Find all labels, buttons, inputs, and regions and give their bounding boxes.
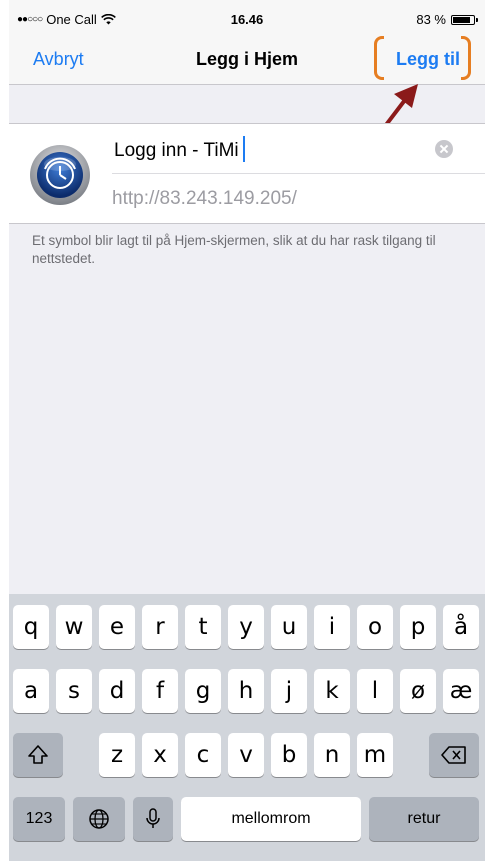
clock: 16.46 [230, 12, 264, 27]
navigation-bar: Avbryt Legg i Hjem Legg til [9, 36, 485, 85]
battery-icon [451, 14, 478, 25]
key-l[interactable]: l [357, 669, 393, 713]
key-oe[interactable]: ø [400, 669, 436, 713]
return-key[interactable]: retur [369, 797, 479, 841]
key-d[interactable]: d [99, 669, 135, 713]
globe-key[interactable] [73, 797, 125, 841]
key-o[interactable]: o [357, 605, 393, 649]
bookmark-name-field[interactable] [112, 138, 436, 164]
on-screen-keyboard: q w e r t y u i o p å a s d f g h j k l … [9, 594, 485, 861]
key-s[interactable]: s [56, 669, 92, 713]
field-divider [112, 173, 485, 174]
key-w[interactable]: w [56, 605, 92, 649]
shift-key[interactable] [13, 733, 63, 777]
key-c[interactable]: c [185, 733, 221, 777]
bookmark-form: http://83.243.149.205/ [9, 123, 485, 224]
battery-level [453, 16, 470, 23]
space-key[interactable]: mellomrom [181, 797, 361, 841]
shift-icon [28, 745, 48, 764]
time-machine-icon [30, 145, 90, 205]
backspace-icon [441, 746, 466, 764]
key-a[interactable]: a [13, 669, 49, 713]
key-aa[interactable]: å [443, 605, 479, 649]
key-p[interactable]: p [400, 605, 436, 649]
key-j[interactable]: j [271, 669, 307, 713]
key-k[interactable]: k [314, 669, 350, 713]
key-y[interactable]: y [228, 605, 264, 649]
key-i[interactable]: i [314, 605, 350, 649]
status-bar: ●●○○○ One Call 16.46 83 % [9, 0, 485, 40]
clear-text-icon[interactable] [435, 140, 453, 158]
key-ae[interactable]: æ [443, 669, 479, 713]
key-b[interactable]: b [271, 733, 307, 777]
key-q[interactable]: q [13, 605, 49, 649]
key-z[interactable]: z [99, 733, 135, 777]
globe-icon [89, 809, 109, 829]
add-button[interactable]: Legg til [396, 49, 460, 70]
key-v[interactable]: v [228, 733, 264, 777]
bookmark-url: http://83.243.149.205/ [112, 188, 297, 209]
microphone-icon [146, 808, 160, 828]
battery-percent: 83 % [416, 12, 446, 27]
numbers-key[interactable]: 123 [13, 797, 65, 841]
dictation-key[interactable] [133, 797, 173, 841]
text-cursor [243, 136, 245, 162]
key-f[interactable]: f [142, 669, 178, 713]
key-t[interactable]: t [185, 605, 221, 649]
highlight-bracket-right [461, 36, 471, 80]
key-e[interactable]: e [99, 605, 135, 649]
highlight-bracket-left [374, 36, 384, 80]
key-m[interactable]: m [357, 733, 393, 777]
key-x[interactable]: x [142, 733, 178, 777]
key-g[interactable]: g [185, 669, 221, 713]
key-u[interactable]: u [271, 605, 307, 649]
key-n[interactable]: n [314, 733, 350, 777]
key-h[interactable]: h [228, 669, 264, 713]
description-text: Et symbol blir lagt til på Hjem-skjermen… [32, 233, 436, 266]
backspace-key[interactable] [429, 733, 479, 777]
key-r[interactable]: r [142, 605, 178, 649]
screen: ●●○○○ One Call 16.46 83 % Avbryt Legg i … [9, 0, 485, 861]
